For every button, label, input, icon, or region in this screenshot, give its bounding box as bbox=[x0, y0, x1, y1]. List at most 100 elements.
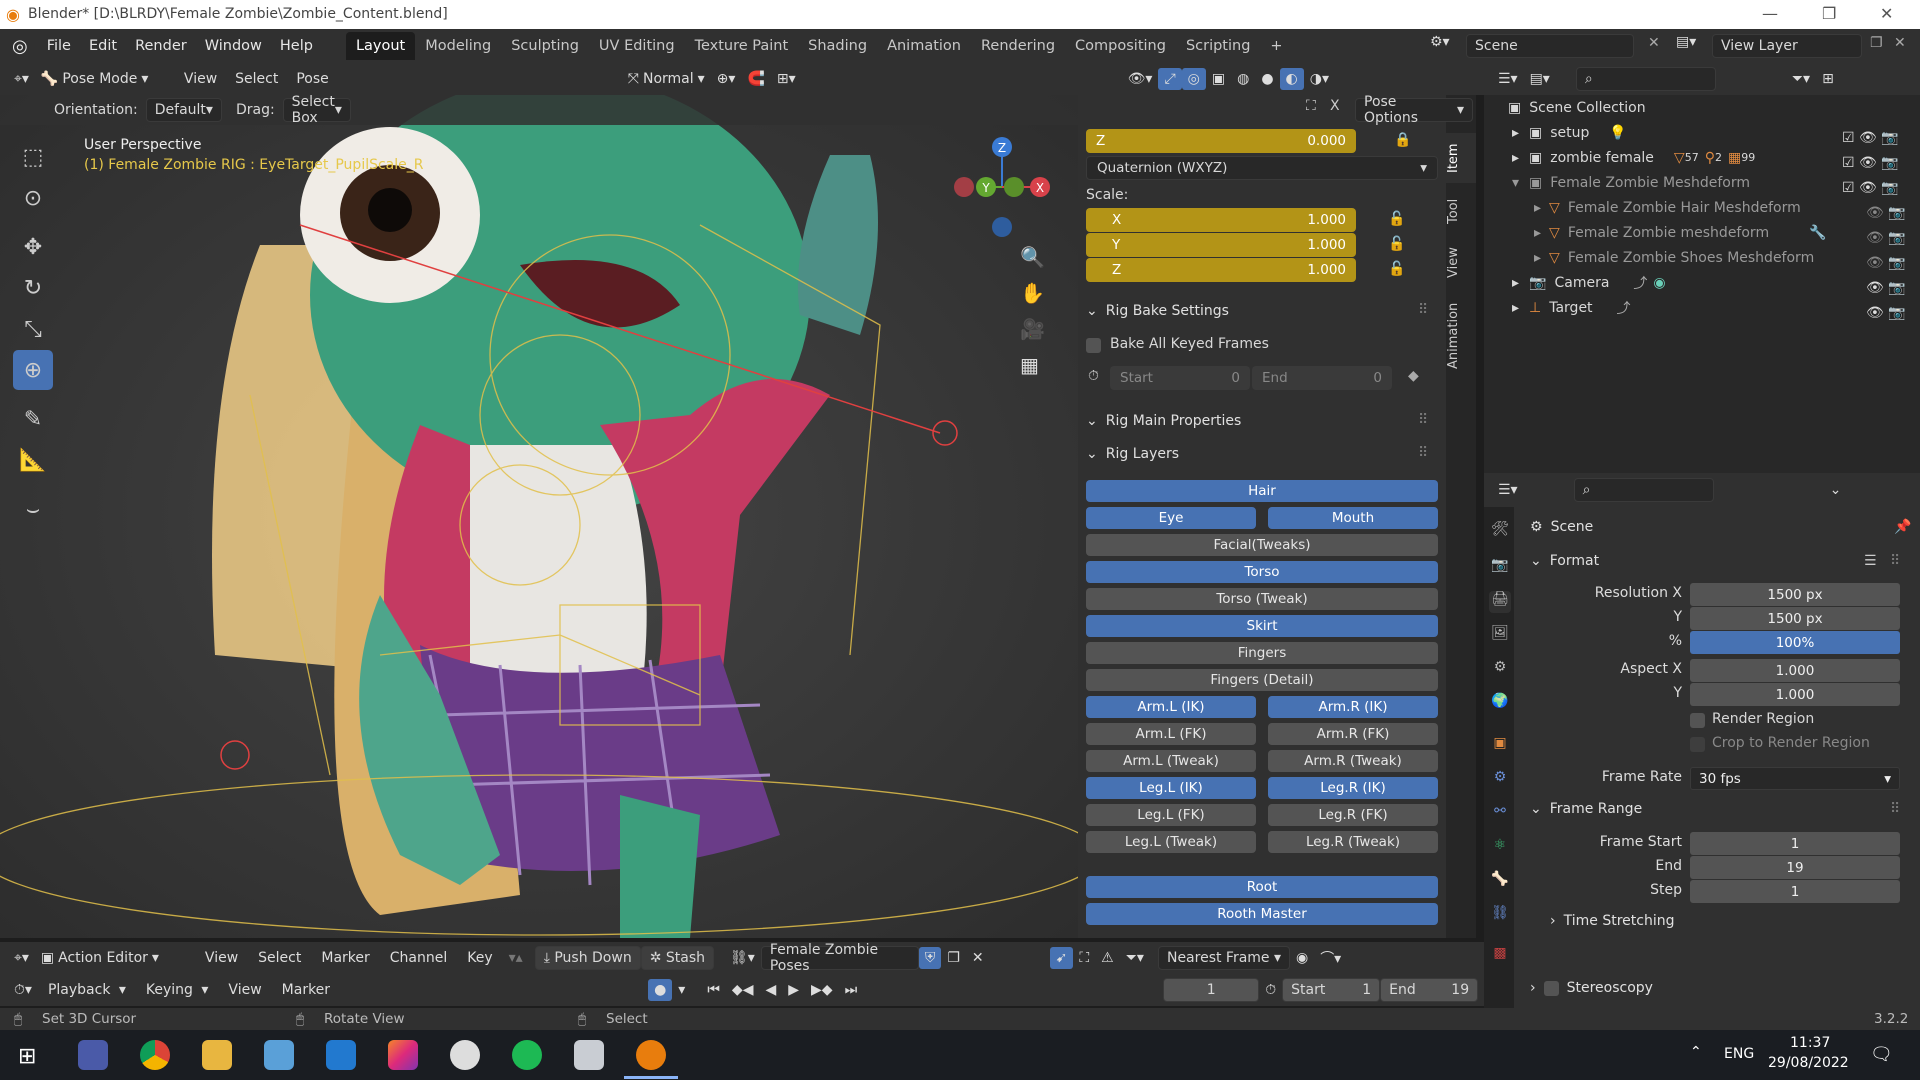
auto-keying-icon[interactable]: ● bbox=[648, 979, 673, 1001]
frame-range-panel-header[interactable]: ⌄ Frame Range bbox=[1530, 801, 1642, 817]
row-toggles[interactable]: 👁 📷 bbox=[1842, 226, 1912, 251]
drag-handle-icon[interactable]: ⠿ bbox=[1418, 302, 1428, 318]
menu-file[interactable]: File bbox=[38, 38, 80, 54]
format-panel-header[interactable]: ⌄ Format bbox=[1530, 553, 1599, 569]
instagram-app-icon[interactable] bbox=[388, 1040, 418, 1070]
steam-app-icon[interactable] bbox=[78, 1040, 108, 1070]
notes-app-icon[interactable] bbox=[264, 1040, 294, 1070]
pose-options-dropdown[interactable]: Pose Options ▾ bbox=[1355, 94, 1473, 126]
clock-app-icon[interactable] bbox=[450, 1040, 480, 1070]
visibility-icon[interactable]: 👁▾ bbox=[1122, 71, 1159, 87]
presets-icon[interactable]: ☰ bbox=[1864, 553, 1877, 569]
texture-tab-icon[interactable]: ▩ bbox=[1489, 945, 1511, 967]
layer-torso-button[interactable]: Torso bbox=[1086, 561, 1438, 583]
only-errors-icon[interactable]: ⚠ bbox=[1095, 950, 1120, 966]
layer-hair-button[interactable]: Hair bbox=[1086, 480, 1438, 502]
x-mirror-icon[interactable]: X bbox=[1330, 98, 1340, 114]
move-tool-icon[interactable]: ✥ bbox=[13, 227, 53, 267]
add-workspace-icon[interactable]: + bbox=[1260, 32, 1292, 60]
chrome-app-icon[interactable] bbox=[140, 1040, 170, 1070]
next-keyframe-icon[interactable]: ▶◆ bbox=[805, 982, 839, 998]
layer-leg-r-ik-button[interactable]: Leg.R (IK) bbox=[1268, 777, 1438, 799]
action-unlink-icon[interactable]: ✕ bbox=[966, 950, 990, 966]
dopesheet-editor-type-icon[interactable]: ⌖▾ bbox=[0, 950, 35, 966]
physics-tab-icon[interactable]: ⚛ bbox=[1489, 837, 1511, 859]
resolution-percent-field[interactable]: 100% bbox=[1690, 631, 1900, 654]
blender-menu-icon[interactable]: ◎ bbox=[0, 36, 38, 57]
blender-app-icon[interactable] bbox=[636, 1040, 666, 1070]
proportional-edit-icon[interactable]: ◉ bbox=[1290, 950, 1314, 966]
world-tab-icon[interactable]: 🌍 bbox=[1489, 693, 1511, 715]
tab-animation[interactable]: Animation bbox=[877, 32, 971, 60]
scale-z-field[interactable]: Z 1.000 bbox=[1086, 258, 1356, 282]
current-frame-field[interactable]: 1 bbox=[1163, 978, 1260, 1002]
row-toggles[interactable]: 👁 📷 bbox=[1842, 276, 1912, 301]
output-tab-icon[interactable]: 🖨 bbox=[1489, 591, 1511, 613]
unlock-y-icon[interactable]: 🔓 bbox=[1388, 236, 1405, 252]
tl-menu-keying[interactable]: Keying ▾ bbox=[136, 982, 219, 998]
transform-orientation-selector[interactable]: ⤧ Normal ▾ bbox=[622, 71, 711, 87]
tab-view[interactable]: View bbox=[1446, 239, 1476, 287]
shading-material-icon[interactable]: ◐ bbox=[1279, 68, 1304, 90]
layer-arm-r-fk-button[interactable]: Arm.R (FK) bbox=[1268, 723, 1438, 745]
row-toggles[interactable]: 👁 📷 bbox=[1842, 251, 1912, 276]
tab-modeling[interactable]: Modeling bbox=[415, 32, 501, 60]
measure-tool-icon[interactable]: 📐 bbox=[13, 440, 53, 480]
scale-tool-icon[interactable]: ⤡ bbox=[13, 309, 53, 349]
tab-compositing[interactable]: Compositing bbox=[1065, 32, 1176, 60]
render-tab-icon[interactable]: 📷 bbox=[1489, 557, 1511, 579]
resolution-y-field[interactable]: 1500 px bbox=[1690, 607, 1900, 630]
tab-scripting[interactable]: Scripting bbox=[1176, 32, 1260, 60]
tab-layout[interactable]: Layout bbox=[345, 32, 416, 60]
layer-arm-l-tweak-button[interactable]: Arm.L (Tweak) bbox=[1086, 750, 1256, 772]
action-browse-icon[interactable]: ⛓▾ bbox=[724, 950, 761, 966]
row-toggles[interactable]: ☑ 👁 📷 bbox=[1842, 151, 1912, 176]
mode-selector[interactable]: 🦴 Pose Mode ▾ bbox=[35, 71, 175, 87]
outliner-editor-type-icon[interactable]: ☰▾ bbox=[1484, 71, 1524, 87]
render-region-checkbox[interactable] bbox=[1690, 713, 1705, 728]
ae-menu-channel[interactable]: Channel bbox=[380, 950, 457, 966]
scene-tab-icon[interactable]: ⚙ bbox=[1489, 659, 1511, 681]
shading-solid-icon[interactable]: ● bbox=[1255, 71, 1279, 87]
stereoscopy-header[interactable]: › Stereoscopy bbox=[1530, 980, 1653, 996]
show-hidden-icon[interactable]: ⛶ bbox=[1073, 950, 1095, 966]
prev-keyframe-icon[interactable]: ◆◀ bbox=[726, 982, 760, 998]
end-frame-field[interactable]: End 19 bbox=[1380, 978, 1479, 1002]
play-reverse-icon[interactable]: ◀ bbox=[759, 982, 782, 998]
snap-options-icon[interactable]: ⛶ bbox=[1306, 98, 1316, 114]
menu-help[interactable]: Help bbox=[271, 38, 322, 54]
tab-sculpting[interactable]: Sculpting bbox=[501, 32, 589, 60]
layer-arm-l-ik-button[interactable]: Arm.L (IK) bbox=[1086, 696, 1256, 718]
windows-start-icon[interactable]: ⊞ bbox=[18, 1044, 36, 1069]
menu-render[interactable]: Render bbox=[126, 38, 196, 54]
crop-region-checkbox[interactable] bbox=[1690, 737, 1705, 752]
row-toggles[interactable]: ☑ 👁 📷 bbox=[1842, 176, 1912, 201]
overlay-icon[interactable]: ◎ bbox=[1181, 68, 1206, 90]
timeline-editor-type-icon[interactable]: ⏱▾ bbox=[0, 982, 38, 998]
rig-main-properties-header[interactable]: ⌄ Rig Main Properties bbox=[1086, 413, 1241, 429]
auto-keying-options-icon[interactable]: ▾ bbox=[672, 982, 691, 998]
tab-tool[interactable]: Tool bbox=[1446, 189, 1476, 233]
modifiers-tab-icon[interactable]: ⚙ bbox=[1489, 769, 1511, 791]
tl-menu-playback[interactable]: Playback ▾ bbox=[38, 982, 136, 998]
menu-edit[interactable]: Edit bbox=[80, 38, 126, 54]
spotify-app-icon[interactable] bbox=[512, 1040, 542, 1070]
layer-arm-l-fk-button[interactable]: Arm.L (FK) bbox=[1086, 723, 1256, 745]
layer-eye-button[interactable]: Eye bbox=[1086, 507, 1256, 529]
view-layer-tab-icon[interactable]: 🖼 bbox=[1489, 625, 1511, 647]
outliner-search-input[interactable]: ⌕ bbox=[1575, 67, 1716, 91]
rig-bake-settings-header[interactable]: ⌄ Rig Bake Settings bbox=[1086, 303, 1229, 319]
layer-rooth-master-button[interactable]: Rooth Master bbox=[1086, 903, 1438, 925]
layer-leg-r-tweak-button[interactable]: Leg.R (Tweak) bbox=[1268, 831, 1438, 853]
filter-icon[interactable]: ⏷▾ bbox=[1786, 71, 1816, 87]
tab-shading[interactable]: Shading bbox=[798, 32, 877, 60]
tab-animation-side[interactable]: Animation bbox=[1446, 293, 1476, 379]
bone-tab-icon[interactable]: 🦴 bbox=[1489, 871, 1511, 893]
shading-wire-icon[interactable]: ◍ bbox=[1231, 71, 1255, 87]
pivot-icon[interactable]: ⊕▾ bbox=[711, 71, 742, 87]
rotation-z-field[interactable]: Z 0.000 bbox=[1086, 129, 1356, 153]
close-icon[interactable]: ✕ bbox=[1880, 4, 1893, 23]
layer-torso-tweak-button[interactable]: Torso (Tweak) bbox=[1086, 588, 1438, 610]
restore-icon[interactable]: ❐ bbox=[1822, 4, 1836, 23]
view-layer-icon[interactable]: ▤▾ bbox=[1676, 34, 1696, 50]
